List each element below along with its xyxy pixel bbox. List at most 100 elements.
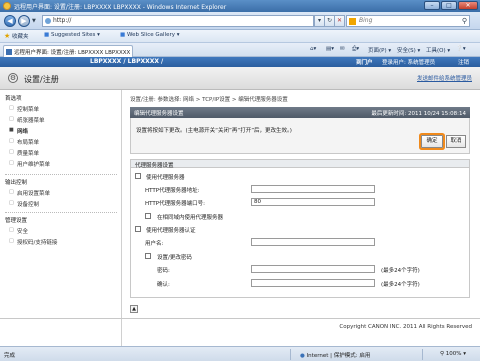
browser-tab[interactable]: 远程用户界面: 设置/注册: LBPXXXX LBPXXXX — [3, 45, 133, 57]
url-text: http:// — [53, 17, 72, 24]
same-domain-checkbox[interactable] — [145, 213, 151, 219]
globe-icon — [45, 18, 51, 24]
back-arrow-icon[interactable]: ◀ — [4, 15, 16, 27]
sidebar-item-security[interactable]: 安全 — [9, 227, 28, 235]
page-top-icon[interactable]: ▲ — [130, 305, 138, 313]
set-password-label: 设置/更改密码 — [157, 255, 192, 261]
address-bar-row: ◀ ▶ ▼ http:// ▾ ↻ ✕ Bing ⚲ — [0, 12, 480, 30]
device-header: LBPXXXX / LBPXXXX / 到门户 登录用户: 系统管理员 注销 — [0, 57, 480, 67]
suggested-sites-link[interactable]: ■ Suggested Sites ▾ — [44, 32, 100, 38]
use-proxy-checkbox[interactable] — [135, 173, 141, 179]
sidebar-item-user-maintenance[interactable]: 用户维护菜单 — [9, 160, 50, 168]
print-icon[interactable]: ⎙▾ — [352, 46, 359, 53]
search-input[interactable]: Bing ⚲ — [346, 15, 470, 27]
send-mail-to-admin-link[interactable]: 发送邮件给系统管理员 — [417, 74, 472, 82]
change-message: 设置将按如下更改。(主电源开关“关闭”再“打开”后，更改生效。) — [136, 128, 292, 134]
stop-icon[interactable]: ✕ — [334, 15, 345, 27]
ok-button[interactable]: 确定 — [421, 135, 443, 148]
logout-link[interactable]: 注销 — [458, 58, 469, 66]
web-slice-icon: ■ — [120, 32, 126, 38]
suggested-sites-icon: ■ — [44, 32, 50, 38]
tab-favicon-icon — [6, 49, 12, 55]
history-dropdown-icon[interactable]: ▼ — [32, 18, 36, 24]
status-done-text: 完成 — [4, 353, 16, 359]
tools-menu[interactable]: 工具(O) ▾ — [426, 46, 450, 54]
sidebar-item-paper-handling[interactable]: 纸张器菜单 — [9, 116, 44, 124]
sidebar-item-control[interactable]: 控制菜单 — [9, 105, 39, 113]
copyright-text: Copyright CANON INC. 2011 All Rights Res… — [339, 324, 472, 330]
sidebar: 首选项 控制菜单 纸张器菜单 网络 布局菜单 质量菜单 用户维护菜单 输出控制 … — [0, 90, 122, 346]
proxy-settings-form: 使用代理服务器 HTTP代理服务器地址: HTTP代理服务器端口号: 80 在相… — [130, 168, 470, 298]
sidebar-divider — [5, 212, 117, 213]
mail-icon[interactable]: ✉ — [340, 46, 345, 52]
sidebar-divider — [5, 174, 117, 175]
search-placeholder: Bing — [359, 17, 373, 24]
web-slice-gallery-link[interactable]: ■ Web Slice Gallery ▾ — [120, 32, 180, 38]
login-user: 登录用户: 系统管理员 — [382, 60, 436, 66]
password-input[interactable] — [251, 265, 375, 273]
proxy-address-input[interactable] — [251, 185, 375, 193]
safety-menu[interactable]: 安全(S) ▾ — [397, 46, 420, 54]
search-icon[interactable]: ⚲ — [462, 17, 467, 25]
use-proxy-label: 使用代理服务器 — [146, 175, 185, 181]
favorites-button[interactable]: ★ 收藏夹 — [4, 32, 29, 40]
security-zone-text: ● Internet | 保护模式: 启用 — [300, 351, 370, 359]
proxy-port-input[interactable]: 80 — [251, 198, 375, 206]
settings-gear-icon: ⚙ — [8, 73, 18, 83]
zoom-icon: ⚲ — [440, 351, 445, 357]
maximize-button[interactable]: □ — [441, 1, 457, 10]
cancel-button[interactable]: 取消 — [446, 135, 466, 148]
set-password-checkbox[interactable] — [145, 253, 151, 259]
username-input[interactable] — [251, 238, 375, 246]
use-auth-label: 使用代理服务器认证 — [146, 228, 196, 234]
sidebar-item-network[interactable]: 网络 — [9, 127, 28, 135]
status-divider — [290, 349, 291, 360]
zone-label: Internet | 保护模式: 启用 — [306, 353, 371, 359]
sidebar-group-output: 输出控制 — [5, 180, 28, 186]
zoom-label: 100% — [445, 351, 462, 357]
tab-row: 远程用户界面: 设置/注册: LBPXXXX LBPXXXX ⌂▾ ▤▾ ✉ ⎙… — [0, 43, 480, 57]
sidebar-item-license-support[interactable]: 授权码/支持链接 — [9, 238, 57, 246]
status-divider — [422, 349, 423, 360]
section-header: 代理服务器设置 — [130, 159, 470, 169]
sidebar-item-device-control[interactable]: 设备控制 — [9, 200, 39, 208]
confirm-label: 确认: — [157, 282, 170, 288]
favorites-bar: ★ 收藏夹 ■ Suggested Sites ▾ ■ Web Slice Ga… — [0, 30, 480, 43]
last-updated-timestamp: 最后更新时间: 2011 10/24 15:08:14 — [371, 111, 466, 117]
close-window-button[interactable]: ✕ — [458, 1, 478, 10]
page-title-bar: ⚙ 设置/注册 发送邮件给系统管理员 — [0, 67, 480, 90]
sidebar-item-quality[interactable]: 质量菜单 — [9, 149, 39, 157]
bing-logo-icon — [349, 18, 356, 25]
device-name: LBPXXXX / LBPXXXX / — [90, 58, 164, 65]
help-icon[interactable]: ❔▾ — [456, 46, 466, 52]
to-portal-link[interactable]: 到门户 — [356, 58, 373, 66]
footer-divider — [0, 318, 480, 319]
sidebar-group-preferences: 首选项 — [5, 96, 22, 102]
sidebar-item-enable-settings[interactable]: 启用设置菜单 — [9, 189, 50, 197]
proxy-port-label: HTTP代理服务器端口号: — [145, 201, 205, 207]
zoom-level[interactable]: ⚲ 100% ▾ — [440, 351, 466, 357]
url-input[interactable]: http:// — [42, 15, 314, 27]
forward-arrow-icon[interactable]: ▶ — [18, 15, 30, 27]
minimize-button[interactable]: – — [424, 1, 440, 10]
username-label: 用户名: — [145, 241, 164, 247]
sidebar-item-layout[interactable]: 布局菜单 — [9, 138, 39, 146]
globe-zone-icon: ● — [300, 353, 305, 359]
star-icon: ★ — [4, 32, 11, 40]
home-icon[interactable]: ⌂▾ — [310, 46, 316, 52]
use-auth-checkbox[interactable] — [135, 226, 141, 232]
same-domain-label: 在相同域内使用代理服务器 — [157, 215, 224, 221]
confirm-max-note: (最多24个字符) — [381, 282, 420, 288]
window-title: 远程用户界面: 设置/注册: LBPXXXX LBPXXXX - Windows… — [14, 4, 227, 11]
password-max-note: (最多24个字符) — [381, 268, 420, 274]
breadcrumb[interactable]: 设置/注册: 参数选择: 网络 > TCP/IP设置 > 编辑代理服务器设置 — [130, 95, 288, 103]
status-bar: 完成 ● Internet | 保护模式: 启用 ⚲ 100% ▾ — [0, 346, 480, 361]
confirm-password-input[interactable] — [251, 279, 375, 287]
window-title-bar: 远程用户界面: 设置/注册: LBPXXXX LBPXXXX - Windows… — [0, 0, 480, 12]
favorites-label: 收藏夹 — [12, 34, 29, 40]
web-slice-label: Web Slice Gallery ▾ — [126, 32, 180, 38]
suggested-sites-label: Suggested Sites ▾ — [50, 32, 100, 38]
feeds-icon[interactable]: ▤▾ — [326, 46, 334, 52]
page-menu[interactable]: 页面(P) ▾ — [368, 46, 391, 54]
page-title: 设置/注册 — [24, 75, 59, 84]
